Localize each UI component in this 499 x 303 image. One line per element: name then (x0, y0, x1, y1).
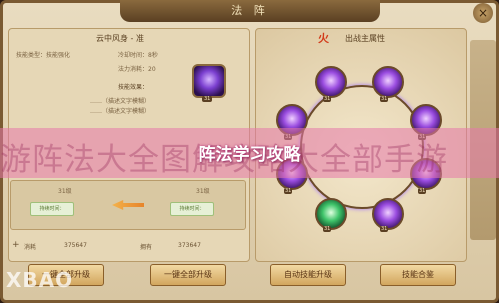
watermark-logo: XBAO (6, 268, 74, 292)
next-duration: 持续时间： (170, 202, 214, 216)
formation-node[interactable] (372, 198, 404, 230)
info-row-cooldown: 冷却时间：8秒 (118, 52, 158, 59)
node-level: 31 (380, 96, 389, 102)
effect-header: 技能效果： (118, 84, 149, 91)
own-value: 373647 (178, 242, 201, 249)
banner-title: 阵法学习攻略 (198, 145, 301, 165)
auto-upgrade-button[interactable]: 自动技能升级 (270, 264, 346, 286)
upgrade-all-button[interactable]: 一键全部升级 (150, 264, 226, 286)
close-button[interactable]: × (473, 3, 493, 23)
info-row-type: 技能类型：技能强化 (16, 52, 71, 59)
node-level: 31 (380, 226, 389, 232)
plus-icon[interactable]: + (12, 240, 20, 250)
current-duration: 持续时间： (30, 202, 74, 216)
window-title: 法 阵 (120, 0, 380, 22)
formation-node[interactable] (372, 66, 404, 98)
own-label: 拥有 (140, 244, 153, 251)
formation-node[interactable] (315, 198, 347, 230)
cost-label: 消耗 (24, 244, 37, 251)
cost-bar: + 消耗 375647 拥有 373647 (10, 240, 245, 254)
formation-title: 出战主属性 (345, 34, 385, 43)
formation-node[interactable] (315, 66, 347, 98)
info-row-mana: 法力消耗：20 (118, 66, 156, 73)
skill-name-title: 云中风身 - 准 (96, 34, 144, 43)
node-level: 31 (323, 96, 332, 102)
skill-vortex-icon[interactable] (192, 64, 226, 98)
next-level: 31级 (196, 188, 210, 195)
node-level: 31 (418, 188, 427, 194)
current-level: 31级 (58, 188, 72, 195)
cost-value: 375647 (64, 242, 87, 249)
effect-line: ……（描述文字模糊） (90, 108, 151, 115)
effect-line: ……（描述文字模糊） (90, 98, 151, 105)
skill-level-badge: 31 (202, 96, 213, 102)
confirm-button[interactable]: 技能合鉴 (380, 264, 456, 286)
node-level: 31 (323, 226, 332, 232)
node-level: 31 (284, 188, 293, 194)
